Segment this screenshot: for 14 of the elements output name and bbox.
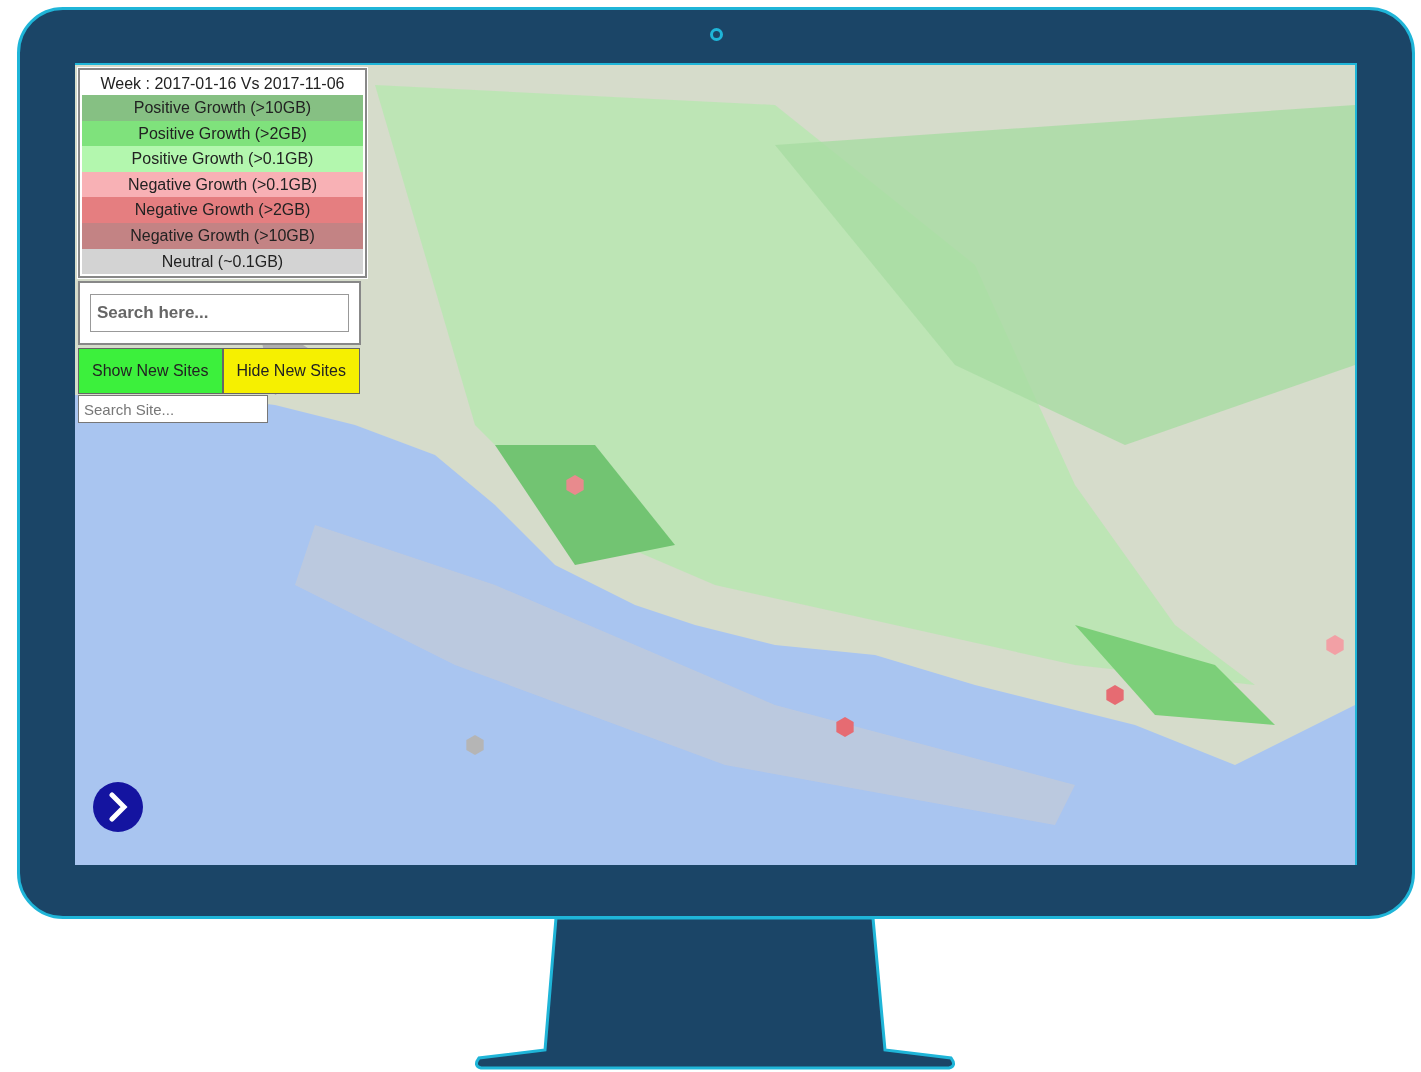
legend-item: Negative Growth (>0.1GB) bbox=[82, 171, 363, 198]
hide-sites-button[interactable]: Hide New Sites bbox=[222, 348, 360, 395]
legend-item: Positive Growth (>0.1GB) bbox=[82, 146, 363, 172]
site-search-field[interactable]: Search Site... bbox=[78, 395, 268, 424]
legend-item: Positive Growth (>2GB) bbox=[82, 120, 363, 147]
legend-item: Positive Growth (>10GB) bbox=[82, 95, 363, 121]
chevron-right-icon bbox=[107, 792, 129, 822]
show-sites-button[interactable]: Show New Sites bbox=[78, 348, 223, 395]
camera-icon bbox=[709, 28, 723, 41]
search-field[interactable]: Search here... bbox=[90, 294, 349, 333]
legend-item: Neutral (~0.1GB) bbox=[82, 248, 363, 275]
legend-title: Week : 2017-01-16 Vs 2017-11-06 bbox=[99, 74, 346, 94]
legend-item: Negative Growth (>2GB) bbox=[82, 197, 363, 223]
legend-item: Negative Growth (>10GB) bbox=[82, 222, 363, 249]
